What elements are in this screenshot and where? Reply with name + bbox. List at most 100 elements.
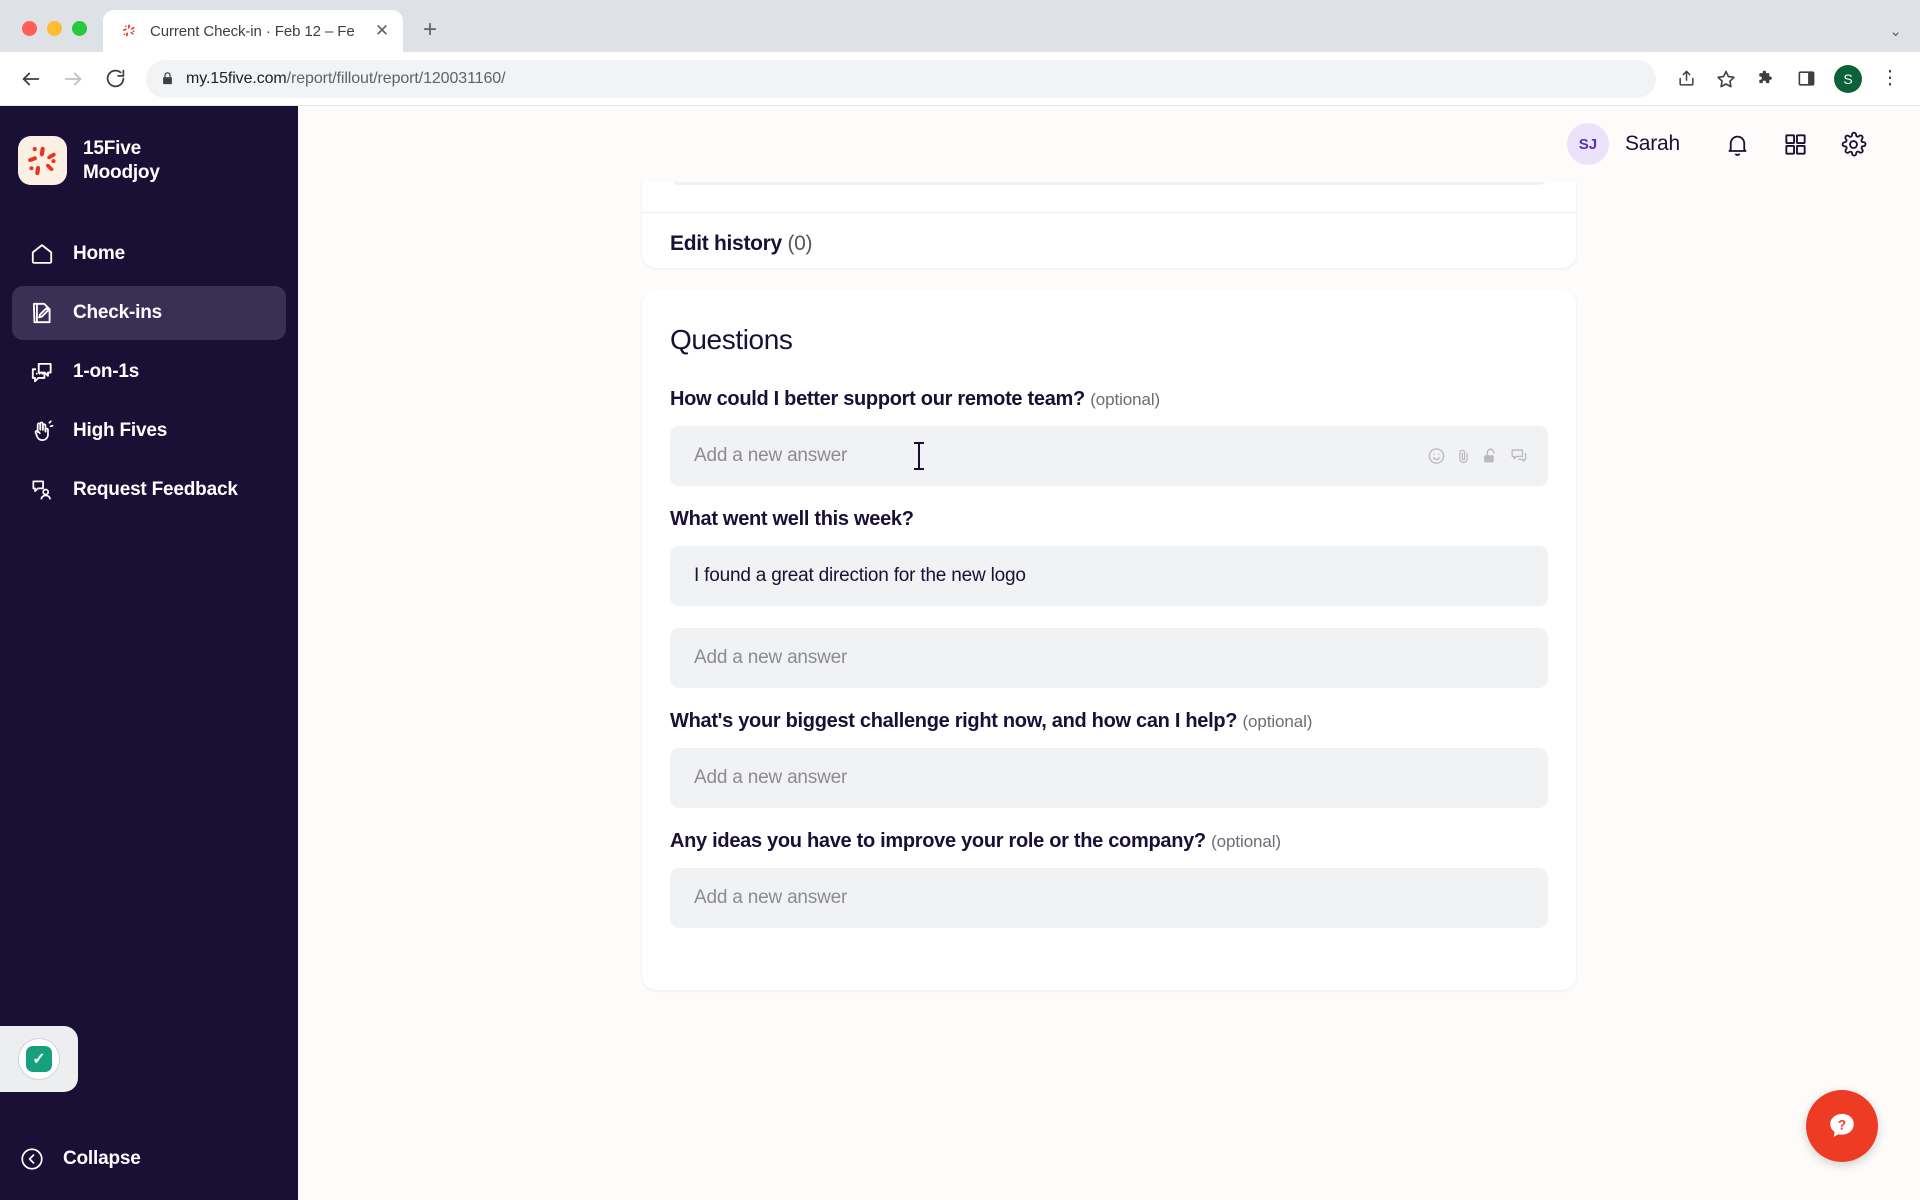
question-text: How could I better support our remote te…	[670, 388, 1085, 410]
sidebar-item-check-ins[interactable]: Check-ins	[12, 286, 286, 340]
browser-menu-icon[interactable]: ⋮	[1872, 61, 1908, 97]
brand-block[interactable]: 15Five Moodjoy	[0, 106, 298, 185]
question-block: How could I better support our remote te…	[670, 388, 1548, 486]
add-answer-input[interactable]: Add a new answer	[670, 868, 1548, 928]
comment-bubble-icon[interactable]	[1509, 447, 1528, 466]
url-path: /report/fillout/report/120031160/	[286, 69, 506, 87]
address-bar[interactable]: my.15five.com/report/fillout/report/1200…	[146, 59, 1656, 98]
collapse-sidebar-button[interactable]: Collapse	[18, 1145, 141, 1172]
answer-text: I found a great direction for the new lo…	[694, 565, 1026, 586]
forward-arrow-icon	[54, 60, 92, 98]
question-text: Any ideas you have to improve your role …	[670, 830, 1206, 852]
edit-history-section[interactable]: Edit history (0)	[670, 232, 813, 256]
share-icon[interactable]	[1668, 61, 1704, 97]
attachment-paperclip-icon[interactable]	[1455, 448, 1472, 465]
question-label: How could I better support our remote te…	[670, 388, 1548, 411]
add-priority-input[interactable]: Add a new priority	[670, 182, 1548, 185]
sidebar-item-label: Check-ins	[73, 302, 163, 323]
page-title: Questions	[670, 324, 793, 355]
extension-badge[interactable]: ✓	[0, 1026, 78, 1092]
answer-placeholder: Add a new answer	[694, 767, 848, 788]
notifications-bell-icon[interactable]	[1710, 117, 1764, 171]
questions-card: Questions How could I better support our…	[642, 290, 1576, 990]
checkmark-glyph: ✓	[26, 1046, 52, 1072]
question-block: What went well this week? I found a grea…	[670, 508, 1548, 688]
toolbar-icon-group: S ⋮	[1668, 61, 1908, 97]
minimize-window-button[interactable]	[47, 21, 62, 36]
browser-tabstrip: Current Check-in · Feb 12 – Fe ✕ + ⌄	[0, 0, 1920, 52]
bookmark-star-icon[interactable]	[1708, 61, 1744, 97]
reload-icon[interactable]	[96, 60, 134, 98]
sidebar-item-high-fives[interactable]: High Fives	[12, 404, 286, 458]
window-traffic-lights	[0, 21, 103, 52]
feedback-person-icon	[28, 477, 55, 504]
brand-workspace-name: Moodjoy	[83, 161, 160, 183]
sidebar-item-label: Home	[73, 243, 125, 264]
settings-gear-icon[interactable]	[1826, 117, 1880, 171]
app-topbar: SJ Sarah	[298, 106, 1920, 182]
help-question-bubble-icon: ?	[1825, 1109, 1859, 1143]
sidebar-item-request-feedback[interactable]: Request Feedback	[12, 463, 286, 517]
emoji-smiley-icon[interactable]	[1427, 447, 1446, 466]
help-button[interactable]: ?	[1806, 1090, 1878, 1162]
browser-profile-avatar[interactable]: S	[1834, 64, 1862, 93]
add-answer-input[interactable]: Add a new answer	[670, 426, 1548, 486]
sidebar-item-label: Request Feedback	[73, 479, 238, 500]
svg-text:?: ?	[1838, 1118, 1846, 1133]
apps-grid-icon[interactable]	[1768, 117, 1822, 171]
address-bar-text: my.15five.com/report/fillout/report/1200…	[186, 69, 506, 88]
url-domain: my.15five.com	[186, 69, 287, 87]
optional-tag: (optional)	[1242, 712, 1313, 731]
existing-answer[interactable]: I found a great direction for the new lo…	[670, 546, 1548, 606]
priorities-card: Add a new priority Edit history (0)	[642, 182, 1576, 268]
close-tab-button[interactable]: ✕	[371, 20, 393, 42]
chevron-left-circle-icon	[18, 1145, 45, 1172]
edit-history-count: (0)	[787, 232, 813, 255]
edit-history-label: Edit history	[670, 232, 782, 255]
sidebar-item-label: High Fives	[73, 420, 168, 441]
app-body: 15Five Moodjoy Home Check-ins 1-on-1s Hi…	[0, 106, 1920, 1200]
checkin-pencil-icon	[28, 300, 55, 327]
question-label: What went well this week?	[670, 508, 1548, 531]
optional-tag: (optional)	[1090, 390, 1161, 409]
browser-tab[interactable]: Current Check-in · Feb 12 – Fe ✕	[103, 10, 403, 52]
question-block: What's your biggest challenge right now,…	[670, 710, 1548, 808]
green-checkmark-icon: ✓	[18, 1038, 60, 1080]
extensions-puzzle-icon[interactable]	[1748, 61, 1784, 97]
sidebar: 15Five Moodjoy Home Check-ins 1-on-1s Hi…	[0, 106, 298, 1200]
tab-title: Current Check-in · Feb 12 – Fe	[150, 22, 355, 40]
add-answer-input[interactable]: Add a new answer	[670, 748, 1548, 808]
question-text: What went well this week?	[670, 508, 914, 530]
user-menu[interactable]: SJ Sarah	[1566, 123, 1680, 165]
brand-text: 15Five Moodjoy	[83, 138, 160, 184]
home-icon	[28, 241, 55, 268]
answer-toolbar	[1427, 447, 1528, 466]
question-block: Any ideas you have to improve your role …	[670, 830, 1548, 928]
side-panel-icon[interactable]	[1788, 61, 1824, 97]
tab-list-chevron-icon[interactable]: ⌄	[1889, 22, 1920, 52]
answer-placeholder: Add a new answer	[694, 445, 848, 466]
question-label: Any ideas you have to improve your role …	[670, 830, 1548, 853]
15five-logo-icon	[119, 21, 139, 41]
card-divider	[642, 212, 1576, 213]
sidebar-item-home[interactable]: Home	[12, 227, 286, 281]
avatar: SJ	[1566, 123, 1609, 165]
sidebar-item-1-on-1s[interactable]: 1-on-1s	[12, 345, 286, 399]
question-text: What's your biggest challenge right now,…	[670, 710, 1238, 732]
sidebar-nav: Home Check-ins 1-on-1s High Fives Reques…	[0, 227, 298, 517]
sidebar-item-label: 1-on-1s	[73, 361, 140, 382]
add-answer-input[interactable]: Add a new answer	[670, 628, 1548, 688]
maximize-window-button[interactable]	[72, 21, 87, 36]
15five-logo-icon	[18, 136, 67, 185]
browser-window: Current Check-in · Feb 12 – Fe ✕ + ⌄ my.…	[0, 0, 1920, 1200]
main-content: SJ Sarah Add a new priority	[298, 106, 1920, 1200]
question-label: What's your biggest challenge right now,…	[670, 710, 1548, 733]
close-window-button[interactable]	[22, 21, 37, 36]
new-tab-button[interactable]: +	[413, 13, 447, 47]
optional-tag: (optional)	[1211, 832, 1281, 851]
back-arrow-icon[interactable]	[12, 60, 50, 98]
lock-icon	[160, 71, 175, 86]
page-scroll-area[interactable]: Add a new priority Edit history (0) Ques…	[298, 182, 1920, 1200]
browser-toolbar: my.15five.com/report/fillout/report/1200…	[0, 52, 1920, 106]
unlock-privacy-icon[interactable]	[1481, 447, 1500, 466]
